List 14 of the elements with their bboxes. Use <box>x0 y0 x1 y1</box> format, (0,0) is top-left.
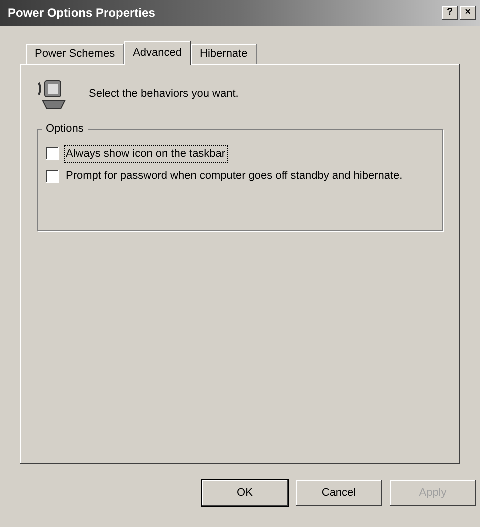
instruction-text: Select the behaviors you want. <box>89 86 239 102</box>
help-button[interactable]: ? <box>442 6 458 20</box>
checkbox-label[interactable]: Prompt for password when computer goes off standby and hibernate. <box>65 168 404 184</box>
checkbox[interactable] <box>46 170 59 183</box>
dialog-button[interactable]: OK <box>202 480 288 506</box>
group-title: Options <box>45 122 85 137</box>
checkbox-label[interactable]: Always show icon on the taskbar <box>65 146 227 162</box>
window-title: Power Options Properties <box>8 5 156 22</box>
close-button[interactable]: × <box>460 6 476 20</box>
tab[interactable]: Hibernate <box>191 44 257 64</box>
checkbox[interactable] <box>46 147 59 160</box>
dialog-button[interactable]: Cancel <box>296 480 382 506</box>
tab[interactable]: Power Schemes <box>26 44 124 64</box>
tab[interactable]: Advanced <box>124 41 192 65</box>
